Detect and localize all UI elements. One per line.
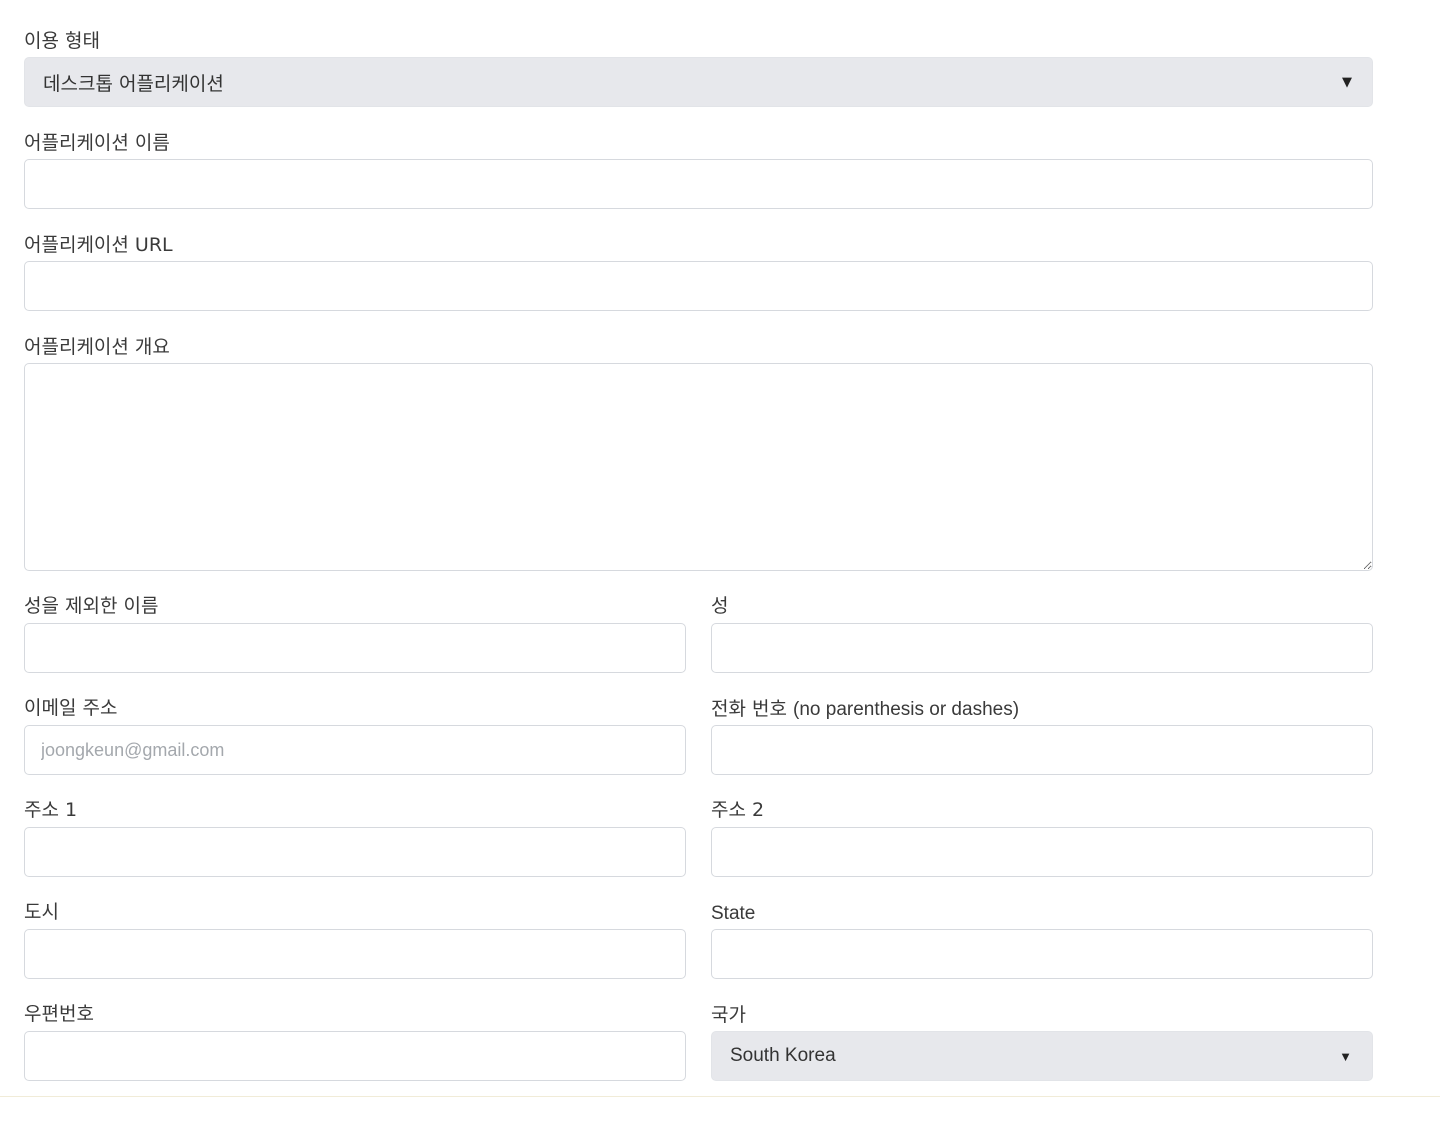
country-selected-value: South Korea: [730, 1045, 836, 1066]
phone-label-note: (no parenthesis or dashes): [793, 699, 1020, 720]
last-name-input[interactable]: [711, 623, 1373, 673]
city-input[interactable]: [24, 929, 686, 979]
city-label: 도시: [24, 901, 59, 923]
usage-type-label: 이용 형태: [24, 30, 100, 52]
app-url-input[interactable]: [24, 261, 1373, 311]
postal-code-label: 우편번호: [24, 1003, 94, 1025]
first-name-label: 성을 제외한 이름: [24, 595, 159, 617]
address1-input[interactable]: [24, 827, 686, 877]
postal-code-input[interactable]: [24, 1031, 686, 1081]
phone-input[interactable]: [711, 725, 1373, 775]
address2-input[interactable]: [711, 827, 1373, 877]
country-select[interactable]: South Korea ▼: [711, 1031, 1373, 1081]
section-divider: [0, 1096, 1440, 1097]
app-overview-label: 어플리케이션 개요: [24, 336, 170, 358]
last-name-label: 성: [711, 595, 729, 617]
phone-label-text: 전화 번호: [711, 698, 787, 720]
app-overview-textarea[interactable]: [24, 363, 1373, 571]
app-name-input[interactable]: [24, 159, 1373, 209]
country-label: 국가: [711, 1004, 746, 1026]
email-input[interactable]: [24, 725, 686, 775]
usage-type-select[interactable]: 데스크톱 어플리케이션 ▼: [24, 57, 1373, 107]
first-name-input[interactable]: [24, 623, 686, 673]
caret-down-icon: ▼: [1342, 74, 1352, 90]
email-label: 이메일 주소: [24, 697, 118, 719]
application-registration-form: 이용 형태 데스크톱 어플리케이션 ▼ 어플리케이션 이름 어플리케이션 URL…: [0, 0, 1440, 1136]
app-name-label: 어플리케이션 이름: [24, 132, 170, 154]
state-label: State: [711, 903, 756, 924]
usage-type-selected-value: 데스크톱 어플리케이션: [43, 72, 224, 95]
state-input[interactable]: [711, 929, 1373, 979]
phone-label: 전화 번호 (no parenthesis or dashes): [711, 697, 1019, 722]
address2-label: 주소 2: [711, 799, 765, 821]
app-url-label: 어플리케이션 URL: [24, 234, 173, 256]
caret-down-icon: ▼: [1339, 1048, 1352, 1064]
address1-label: 주소 1: [24, 799, 78, 821]
